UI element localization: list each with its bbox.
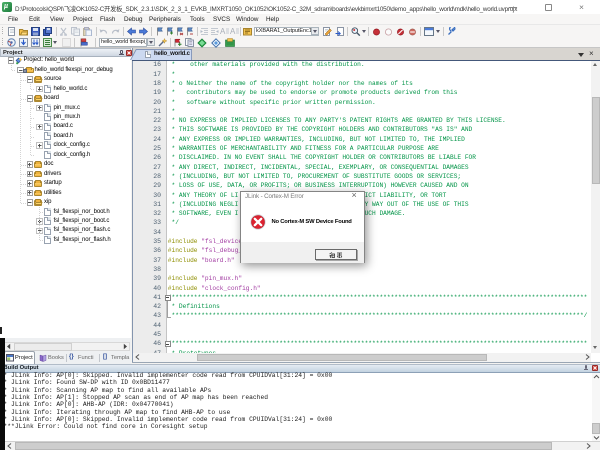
svg-text:A: A xyxy=(230,27,236,36)
svg-text:A: A xyxy=(220,27,226,36)
